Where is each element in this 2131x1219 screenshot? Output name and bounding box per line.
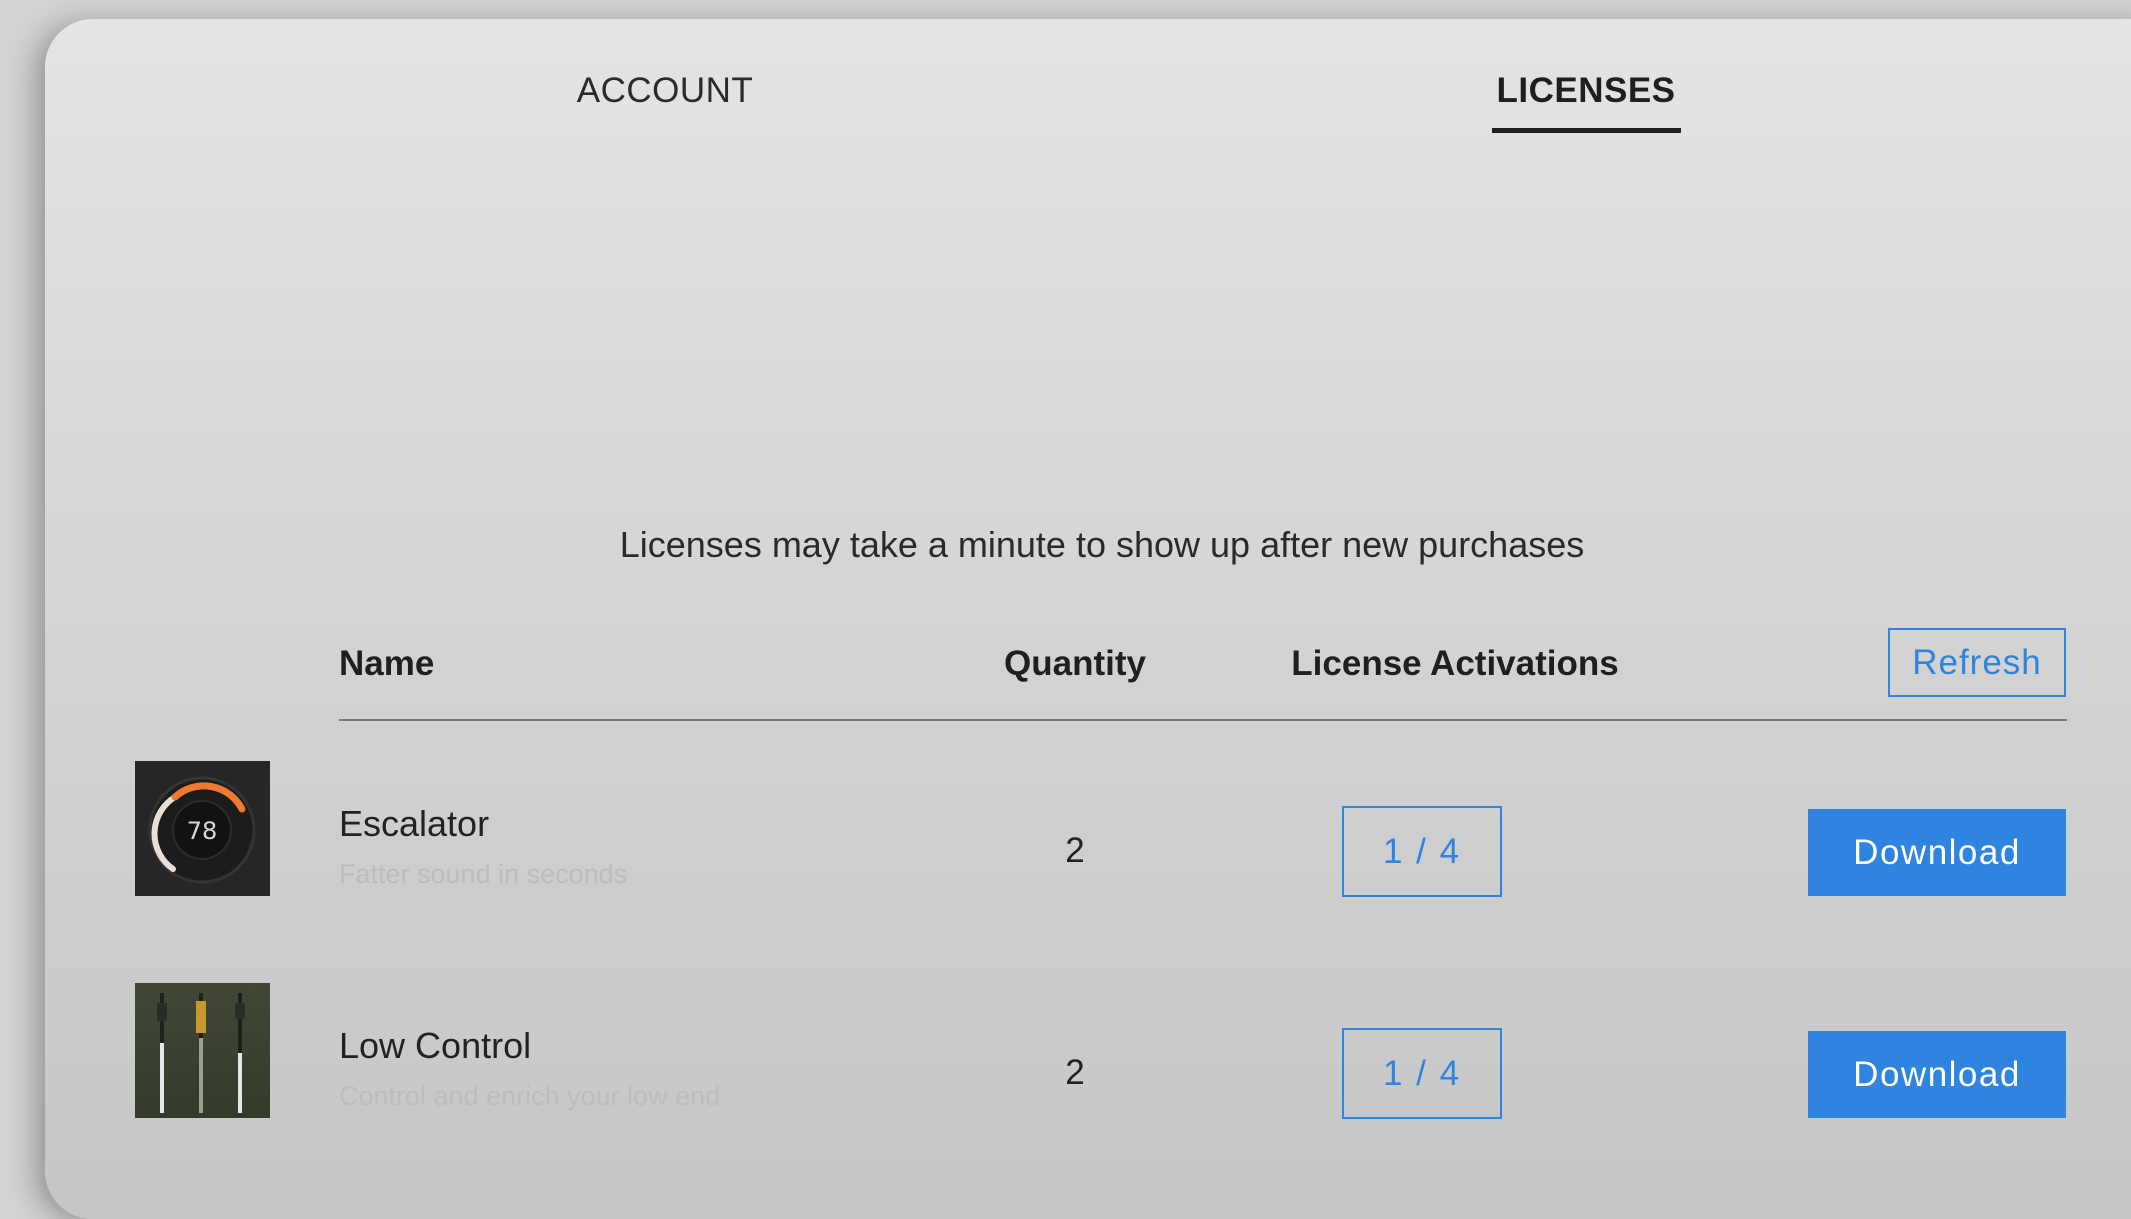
download-button[interactable]: Download	[1808, 809, 2066, 896]
licenses-window: ACCOUNT LICENSES Licenses may take a min…	[45, 19, 2131, 1219]
column-header-quantity: Quantity	[1004, 644, 1146, 683]
faders-icon	[135, 983, 270, 1118]
tab-account[interactable]: ACCOUNT	[535, 71, 795, 111]
column-header-activations: License Activations	[1291, 644, 1619, 683]
column-header-name: Name	[339, 644, 435, 683]
license-row-escalator: 78 Escalator Fatter sound in seconds 2 1…	[45, 761, 2131, 901]
header-divider	[339, 719, 2067, 721]
product-quantity: 2	[1065, 1053, 1085, 1092]
product-description: Control and enrich your low end	[339, 1081, 721, 1111]
product-name: Low Control	[339, 1025, 532, 1066]
download-button[interactable]: Download	[1808, 1031, 2066, 1118]
product-description: Fatter sound in seconds	[339, 859, 628, 889]
product-name: Escalator	[339, 803, 490, 844]
active-tab-indicator	[1492, 128, 1681, 133]
licenses-notice: Licenses may take a minute to show up af…	[619, 524, 1585, 565]
knob-icon: 78	[135, 761, 270, 896]
product-quantity: 2	[1065, 831, 1085, 870]
license-row-low-control: Low Control Control and enrich your low …	[45, 983, 2131, 1123]
knob-value: 78	[187, 817, 218, 845]
refresh-button[interactable]: Refresh	[1888, 628, 2066, 697]
tab-licenses[interactable]: LICENSES	[1491, 71, 1681, 111]
license-activations-button[interactable]: 1 / 4	[1342, 1028, 1502, 1119]
license-activations-button[interactable]: 1 / 4	[1342, 806, 1502, 897]
